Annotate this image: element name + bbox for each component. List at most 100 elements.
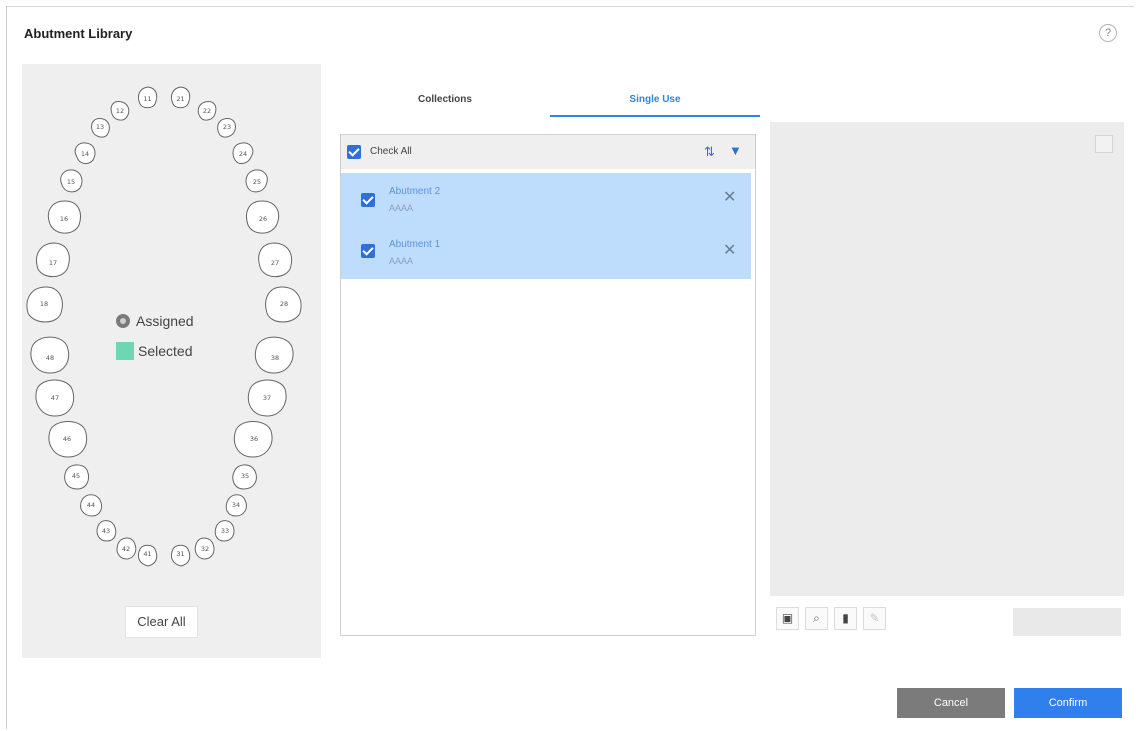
svg-text:15: 15	[67, 178, 75, 186]
svg-text:25: 25	[253, 178, 261, 186]
tooth-31[interactable]: 31	[170, 544, 191, 567]
svg-text:37: 37	[263, 394, 271, 402]
svg-text:45: 45	[72, 472, 80, 480]
tooth-chart-panel: 11 12 13 14 15 16 17 18 21 22 23 24 25 2…	[22, 64, 321, 658]
svg-text:48: 48	[46, 354, 54, 362]
svg-text:12: 12	[116, 107, 124, 115]
delete-icon[interactable]: ▮	[834, 607, 857, 630]
expand-preview-icon[interactable]	[1095, 135, 1113, 153]
svg-text:18: 18	[40, 300, 48, 308]
tooth-28[interactable]: 28	[265, 286, 302, 323]
svg-text:31: 31	[176, 550, 184, 558]
svg-text:41: 41	[143, 550, 151, 558]
tooth-25[interactable]: 25	[245, 169, 268, 193]
apply-button-disabled[interactable]	[1013, 608, 1121, 636]
svg-text:13: 13	[96, 123, 104, 131]
svg-text:14: 14	[81, 150, 89, 158]
tooth-22[interactable]: 22	[197, 101, 217, 121]
item-checkbox[interactable]	[361, 193, 375, 207]
tooth-35[interactable]: 35	[232, 464, 257, 490]
clear-all-button[interactable]: Clear All	[125, 606, 198, 638]
help-icon[interactable]: ?	[1099, 24, 1117, 42]
abutment-list: Check All ⇅ ▼ Abutment 2 AAAA ✕ Abutment…	[340, 134, 756, 636]
item-subtitle: AAAA	[389, 203, 414, 213]
tooth-13[interactable]: 13	[91, 118, 110, 138]
cancel-button[interactable]: Cancel	[897, 688, 1005, 718]
item-subtitle: AAAA	[389, 256, 414, 266]
svg-text:17: 17	[49, 259, 57, 267]
tooth-45[interactable]: 45	[64, 464, 90, 490]
sort-icon[interactable]: ⇅	[704, 144, 715, 160]
zoom-fit-icon[interactable]: ⌕	[805, 607, 828, 630]
tooth-43[interactable]: 43	[96, 520, 117, 542]
tab-collections[interactable]: Collections	[340, 85, 550, 117]
svg-text:42: 42	[122, 545, 130, 553]
item-checkbox[interactable]	[361, 244, 375, 258]
svg-text:47: 47	[51, 394, 59, 402]
tooth-12[interactable]: 12	[110, 101, 130, 121]
tooth-36[interactable]: 36	[233, 421, 273, 458]
svg-text:28: 28	[280, 300, 288, 308]
tooth-15[interactable]: 15	[60, 169, 83, 193]
svg-text:32: 32	[201, 545, 209, 553]
tooth-17[interactable]: 17	[36, 242, 70, 278]
item-name: Abutment 2	[389, 186, 441, 197]
tooth-11[interactable]: 11	[137, 86, 158, 109]
tooth-38[interactable]: 38	[254, 336, 294, 374]
item-name: Abutment 1	[389, 239, 441, 250]
list-item[interactable]: Abutment 2 AAAA ✕	[341, 173, 751, 226]
tooth-33[interactable]: 33	[214, 520, 235, 542]
library-tabs: Collections Single Use	[340, 85, 760, 117]
svg-text:43: 43	[102, 527, 110, 535]
tooth-47[interactable]: 47	[35, 379, 75, 417]
svg-text:35: 35	[241, 472, 249, 480]
preview-toolbar: ▣ ⌕ ▮ ✎	[776, 607, 892, 630]
tab-single-use[interactable]: Single Use	[550, 85, 760, 117]
svg-text:36: 36	[250, 435, 258, 443]
tooth-18[interactable]: 18	[26, 286, 63, 323]
selected-swatch-icon	[116, 342, 134, 360]
check-all-label: Check All	[370, 146, 412, 157]
tooth-26[interactable]: 26	[246, 200, 280, 234]
svg-text:24: 24	[239, 150, 247, 158]
tooth-46[interactable]: 46	[48, 421, 88, 458]
confirm-button[interactable]: Confirm	[1014, 688, 1122, 718]
filter-icon[interactable]: ▼	[729, 143, 742, 158]
tooth-44[interactable]: 44	[80, 494, 103, 517]
legend-selected: Selected	[116, 336, 194, 366]
edit-icon[interactable]: ✎	[863, 607, 886, 630]
tooth-37[interactable]: 37	[247, 379, 287, 417]
tooth-32[interactable]: 32	[194, 537, 215, 560]
svg-text:26: 26	[259, 215, 267, 223]
tooth-23[interactable]: 23	[217, 118, 236, 138]
list-item[interactable]: Abutment 1 AAAA ✕	[341, 226, 751, 279]
tooth-48[interactable]: 48	[30, 336, 70, 374]
remove-icon[interactable]: ✕	[723, 187, 736, 207]
remove-icon[interactable]: ✕	[723, 240, 736, 260]
svg-text:16: 16	[60, 215, 68, 223]
svg-text:22: 22	[203, 107, 211, 115]
tooth-legend: Assigned Selected	[116, 306, 194, 366]
list-header: Check All ⇅ ▼	[341, 135, 755, 169]
svg-text:34: 34	[232, 501, 240, 509]
add-icon[interactable]: ▣	[776, 607, 799, 630]
tooth-27[interactable]: 27	[258, 242, 293, 278]
tooth-24[interactable]: 24	[232, 142, 254, 165]
tooth-label: 11	[143, 95, 151, 103]
svg-text:21: 21	[176, 95, 184, 103]
tooth-14[interactable]: 14	[74, 142, 96, 165]
svg-text:33: 33	[221, 527, 229, 535]
svg-text:38: 38	[271, 354, 279, 362]
svg-text:23: 23	[223, 123, 231, 131]
tooth-21[interactable]: 21	[170, 86, 191, 109]
tooth-42[interactable]: 42	[116, 537, 137, 560]
svg-text:46: 46	[63, 435, 71, 443]
svg-text:44: 44	[87, 501, 95, 509]
tooth-16[interactable]: 16	[47, 200, 81, 234]
check-all-checkbox[interactable]	[347, 145, 361, 159]
tooth-41[interactable]: 41	[137, 544, 158, 567]
legend-selected-label: Selected	[138, 343, 193, 359]
tooth-34[interactable]: 34	[225, 494, 247, 517]
legend-assigned-label: Assigned	[136, 313, 194, 329]
legend-assigned: Assigned	[116, 306, 194, 336]
